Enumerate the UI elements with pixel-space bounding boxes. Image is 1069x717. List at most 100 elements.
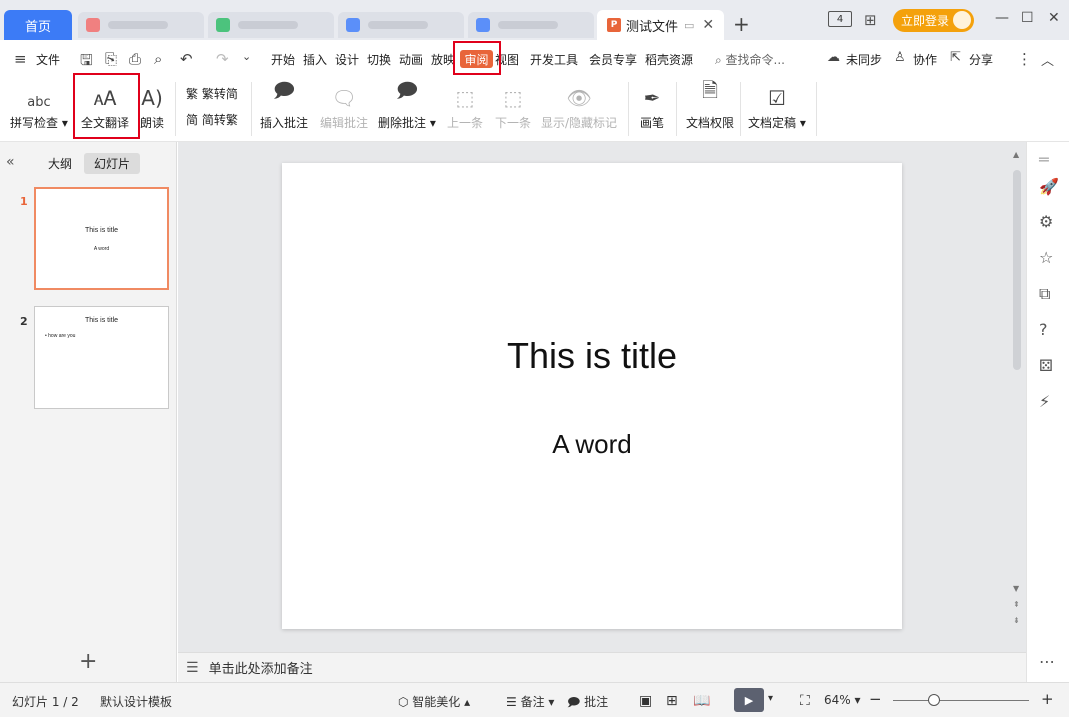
tab-outline[interactable]: 大纲	[38, 153, 82, 174]
game-icon[interactable]: ⚄	[1039, 356, 1053, 375]
export-pdf-icon[interactable]: ⎘	[105, 50, 117, 68]
scroll-down-icon[interactable]: ▼	[1013, 584, 1019, 593]
menu-design[interactable]: 设计	[335, 51, 359, 68]
help-icon[interactable]: ?	[1039, 320, 1048, 339]
document-permission-button[interactable]: 🗎 文档权限	[686, 78, 734, 131]
quick-access-dropdown-icon[interactable]: ⌄	[242, 50, 251, 63]
zoom-out-icon[interactable]: −	[869, 690, 882, 708]
tab-blurred-3[interactable]	[338, 12, 464, 38]
apps-grid-icon[interactable]: ⊞	[864, 11, 877, 29]
sorter-view-icon[interactable]: ⊞	[666, 693, 678, 709]
scroll-up-icon[interactable]: ▲	[1013, 150, 1019, 159]
pen-button[interactable]: ✒ 画笔	[640, 78, 664, 131]
simp-to-trad-button[interactable]: 简 简转繁	[186, 111, 238, 128]
rocket-icon[interactable]: 🚀	[1039, 177, 1059, 196]
next-comment-icon: ⬚	[503, 86, 523, 110]
reading-view-icon[interactable]: 📖	[693, 693, 710, 709]
vertical-scrollbar[interactable]: ▲ ▼ ⇞ ⇟	[1011, 150, 1023, 645]
more-icon[interactable]: ⋯	[1039, 652, 1055, 671]
menu-animation[interactable]: 动画	[399, 51, 423, 68]
minimize-icon[interactable]: —	[995, 10, 1009, 26]
notes-placeholder: 单击此处添加备注	[208, 662, 313, 677]
menu-slideshow[interactable]: 放映	[431, 51, 455, 68]
template-name[interactable]: 默认设计模板	[100, 693, 172, 710]
zoom-in-icon[interactable]: +	[1041, 690, 1054, 708]
edit-comment-button[interactable]: 🗨 编辑批注	[320, 78, 368, 131]
close-tab-icon[interactable]: ✕	[702, 17, 714, 33]
read-aloud-button[interactable]: A) 朗读	[140, 78, 164, 131]
slide-title[interactable]: This is title	[282, 335, 902, 377]
monitor-icon[interactable]: ▭	[684, 19, 694, 32]
fit-window-icon[interactable]: ⛶	[800, 693, 810, 709]
prev-slide-icon[interactable]: ⇞	[1013, 600, 1020, 609]
tab-count-badge[interactable]: 4	[828, 11, 852, 27]
tab-current-document[interactable]: P 测试文件 ▭ ✕	[597, 10, 724, 40]
tab-home[interactable]: 首页	[4, 10, 72, 40]
print-icon[interactable]: ⎙	[129, 50, 141, 68]
menu-developer[interactable]: 开发工具	[530, 51, 578, 68]
new-tab-icon[interactable]: +	[733, 12, 750, 36]
tab-slides[interactable]: 幻灯片	[84, 153, 141, 174]
save-icon[interactable]: 🖫	[80, 50, 93, 75]
review-ribbon: abc 拼写检查 ▾ 🗚 全文翻译 A) 朗读 繁 繁转简 简 简转繁 🗩 插入…	[0, 78, 1069, 142]
notes-area[interactable]: ☰ 单击此处添加备注	[178, 652, 1026, 682]
insert-comment-button[interactable]: 🗩 插入批注	[260, 78, 308, 131]
sync-status[interactable]: 未同步	[846, 51, 882, 68]
scrollbar-thumb[interactable]	[1013, 170, 1021, 370]
transition-icon[interactable]: ⧉	[1039, 284, 1050, 304]
zoom-level[interactable]: 64% ▾	[824, 693, 861, 707]
drag-handle-icon[interactable]: ═	[1039, 150, 1049, 169]
menu-file[interactable]: 文件	[36, 51, 60, 68]
zoom-slider-handle[interactable]	[927, 694, 940, 706]
zoom-slider[interactable]	[893, 700, 1029, 701]
command-search[interactable]: ⌕ 查找命令...	[715, 51, 785, 68]
cloud-sync-icon[interactable]: ☁	[827, 50, 840, 65]
tab-blurred-4[interactable]	[468, 12, 594, 38]
redo-icon[interactable]: ↷	[216, 50, 229, 68]
normal-view-icon[interactable]: ▣	[639, 693, 652, 709]
share-button[interactable]: 分享	[969, 51, 993, 68]
previous-comment-button[interactable]: ⬚ 上一条	[447, 78, 483, 131]
hamburger-icon[interactable]: ≡	[14, 50, 27, 68]
next-slide-icon[interactable]: ⇟	[1013, 616, 1020, 625]
slide-subtitle[interactable]: A word	[282, 429, 902, 460]
show-hide-markup-button[interactable]: 👁 显示/隐藏标记	[541, 78, 617, 131]
star-icon[interactable]: ☆	[1039, 248, 1053, 267]
play-options-dropdown-icon[interactable]: ▾	[768, 693, 773, 704]
comment-toggle-button[interactable]: 🗩 批注	[567, 693, 608, 714]
current-slide[interactable]: This is title A word	[282, 163, 902, 629]
spell-check-button[interactable]: abc 拼写检查 ▾	[10, 78, 68, 131]
thumb-subtitle: A word	[93, 246, 110, 252]
share-icon[interactable]: ⇱	[950, 50, 961, 65]
collaborate-button[interactable]: 协作	[913, 51, 937, 68]
login-button[interactable]: 立即登录	[893, 9, 974, 32]
window-close-icon[interactable]: ✕	[1048, 10, 1060, 26]
print-preview-icon[interactable]: ⌕	[154, 50, 162, 68]
trad-to-simp-button[interactable]: 繁 繁转简	[186, 85, 238, 102]
notes-toggle-button[interactable]: ☰ 备注 ▾	[506, 693, 554, 710]
menu-start[interactable]: 开始	[271, 51, 295, 68]
settings-sliders-icon[interactable]: ⚙	[1039, 212, 1053, 231]
next-comment-button[interactable]: ⬚ 下一条	[495, 78, 531, 131]
collapse-panel-icon[interactable]: «	[6, 154, 15, 170]
add-slide-icon[interactable]: +	[79, 649, 97, 674]
more-options-icon[interactable]: ⋮	[1017, 50, 1032, 68]
play-slideshow-button[interactable]: ▶	[734, 688, 764, 712]
maximize-icon[interactable]: ☐	[1021, 10, 1034, 26]
menu-transition[interactable]: 切换	[367, 51, 391, 68]
slide-thumbnail-2[interactable]: This is title • how are you	[34, 306, 169, 409]
smart-beautify-button[interactable]: ⬡ 智能美化 ▴	[398, 693, 470, 710]
menu-member[interactable]: 会员专享	[589, 51, 637, 68]
menu-insert[interactable]: 插入	[303, 51, 327, 68]
collapse-ribbon-icon[interactable]: ︿	[1041, 50, 1054, 69]
finalize-document-button[interactable]: ☑ 文档定稿 ▾	[748, 78, 806, 131]
undo-icon[interactable]: ↶	[180, 50, 193, 68]
menu-docer[interactable]: 稻壳资源	[645, 51, 693, 68]
finalize-document-icon: ☑	[767, 86, 786, 110]
delete-comment-button[interactable]: 🗩 删除批注 ▾	[378, 78, 436, 131]
lightning-icon[interactable]: ⚡	[1039, 392, 1050, 411]
tab-blurred-2[interactable]	[208, 12, 334, 38]
slide-thumbnail-1[interactable]: This is title A word	[34, 187, 169, 290]
collaborate-icon[interactable]: ♙	[894, 50, 906, 65]
tab-blurred-1[interactable]	[78, 12, 204, 38]
